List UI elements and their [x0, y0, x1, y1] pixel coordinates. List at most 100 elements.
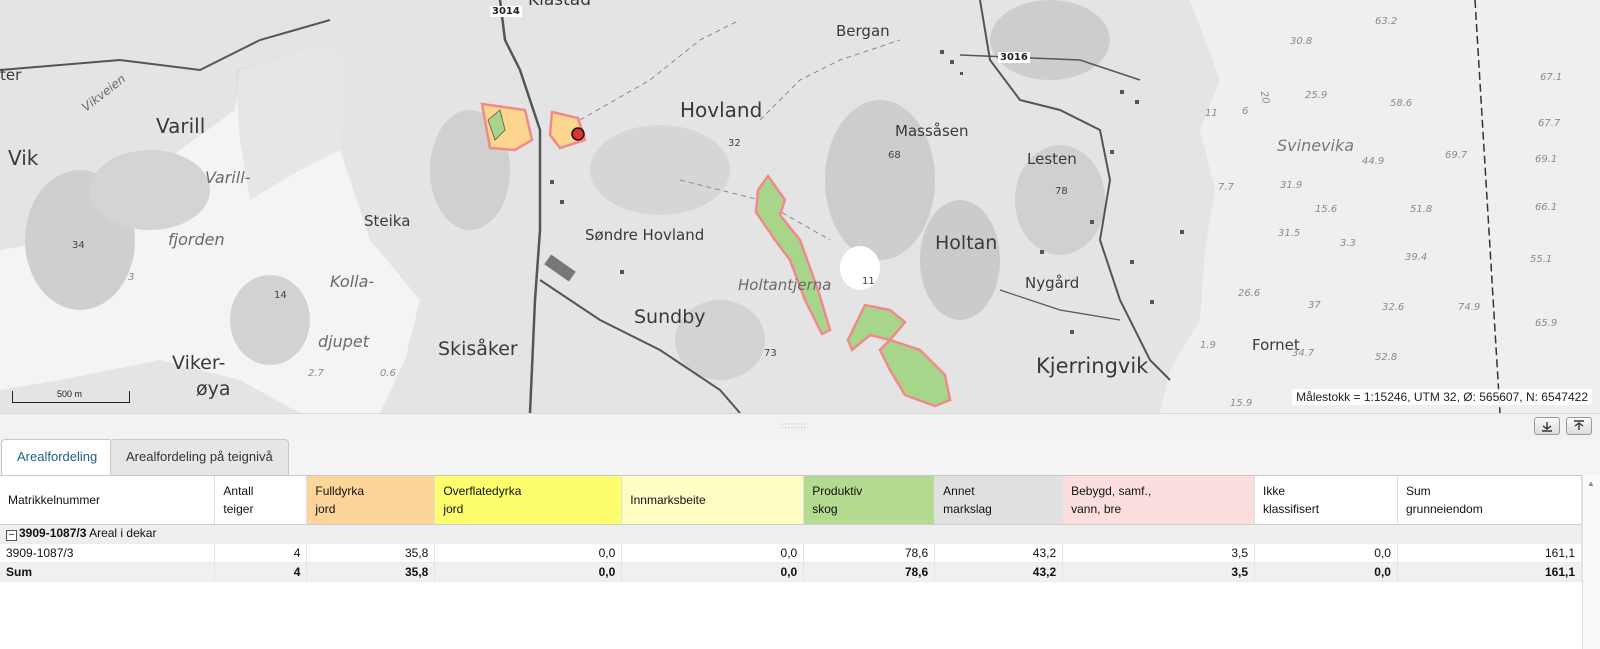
place-label: Lesten [1027, 150, 1077, 168]
depth-label: 69.1 [1535, 154, 1558, 165]
tab-arealfordeling-teigniva[interactable]: Arealfordeling på teignivå [110, 439, 289, 475]
place-label: Svinevika [1277, 136, 1355, 155]
table-cell: 0,0 [1254, 543, 1398, 563]
depth-label: 34.7 [1292, 348, 1315, 359]
depth-label: 2.7 [308, 368, 324, 379]
vertical-scrollbar[interactable]: ▲ [1582, 475, 1600, 649]
depth-label: 15.9 [1230, 398, 1253, 409]
depth-label: 58.6 [1390, 98, 1413, 109]
table-cell: 0,0 [621, 543, 805, 563]
depth-label: 32.6 [1382, 302, 1405, 313]
map-view[interactable]: Klastad Bergan Varill Vik Hovland Massås… [0, 0, 1600, 413]
table-cell: 78,6 [803, 562, 936, 582]
column-header[interactable]: Bebygd, samf., vann, bre [1062, 476, 1256, 525]
table-cell: 4 [214, 562, 308, 582]
depth-label: 52.8 [1375, 352, 1398, 363]
column-header[interactable]: Matrikkelnummer [0, 476, 216, 525]
place-label: Bergan [836, 22, 890, 40]
place-label: Steika [364, 212, 411, 230]
table-cell: Sum [0, 562, 216, 582]
place-label: Varill [156, 114, 206, 138]
table-cell: 0,0 [621, 562, 805, 582]
table-cell: 35,8 [306, 562, 436, 582]
table-cell: 43,2 [934, 543, 1064, 563]
table-cell: 78,6 [803, 543, 936, 563]
place-label: Søndre Hovland [585, 226, 705, 244]
table-cell: 3909-1087/3 [0, 543, 216, 563]
map-scale-info: Målestokk = 1:15246, UTM 32, Ø: 565607, … [1292, 389, 1592, 405]
depth-label: 31.9 [1280, 180, 1303, 191]
column-header[interactable]: Fulldyrka jord [306, 476, 436, 525]
area-table-container: Matrikkelnummer Antall teiger Fulldyrka jo… [0, 475, 1583, 582]
depth-label: 39.4 [1405, 252, 1428, 263]
group-id: 3909-1087/3 [19, 526, 87, 540]
column-header[interactable]: Overflatedyrka jord [434, 476, 623, 525]
table-cell: 3,5 [1062, 562, 1256, 582]
height-label: 32 [728, 138, 741, 149]
expand-up-icon [1574, 420, 1584, 430]
table-cell: 0,0 [434, 562, 623, 582]
place-label: djupet [318, 332, 370, 351]
height-label: 68 [888, 150, 901, 161]
table-cell: 3,5 [1062, 543, 1256, 563]
depth-label: 55.1 [1530, 254, 1553, 265]
depth-label: 74.9 [1458, 302, 1481, 313]
place-label: fjorden [168, 230, 225, 249]
map-canvas[interactable] [0, 0, 1600, 413]
depth-label: 0.6 [380, 368, 396, 379]
depth-label: 30.8 [1290, 36, 1313, 47]
height-label: 14 [274, 290, 287, 301]
column-header[interactable]: Innmarksbeite [621, 476, 805, 525]
depth-label: 51.8 [1410, 204, 1433, 215]
collapse-down-button[interactable] [1534, 417, 1560, 435]
depth-label: 31.5 [1278, 228, 1301, 239]
depth-label: 66.1 [1535, 202, 1558, 213]
depth-label: 7.7 [1218, 182, 1234, 193]
depth-label: 6 [1242, 106, 1249, 117]
column-header[interactable]: Ikke klassifisert [1254, 476, 1398, 525]
place-label: ter [0, 66, 22, 84]
depth-label: 25.9 [1305, 90, 1328, 101]
collapse-group-icon[interactable]: − [6, 530, 17, 541]
table-cell: 161,1 [1397, 543, 1583, 563]
place-label: Sundby [634, 306, 706, 328]
column-header[interactable]: Sum grunneiendom [1397, 476, 1583, 525]
scale-bar-label: 500 m [57, 389, 83, 399]
drag-handle-icon[interactable]: :::::::: [781, 421, 807, 430]
table-cell: 0,0 [434, 543, 623, 563]
place-label: Kolla- [330, 272, 375, 291]
tab-arealfordeling[interactable]: Arealfordeling [1, 439, 114, 476]
table-header-row: Matrikkelnummer Antall teiger Fulldyrka jo… [0, 476, 1583, 525]
column-header[interactable]: Annet markslag [934, 476, 1064, 525]
table-cell: 43,2 [934, 562, 1064, 582]
depth-label: 26.6 [1238, 288, 1261, 299]
table-row[interactable]: 3909-1087/3 4 35,8 0,0 0,0 78,6 43,2 3,5… [0, 543, 1583, 563]
area-table: Matrikkelnummer Antall teiger Fulldyrka jo… [0, 476, 1583, 582]
expand-up-button[interactable] [1566, 417, 1592, 435]
place-label: Massåsen [895, 122, 969, 140]
depth-label: 37 [1308, 300, 1321, 311]
depth-label: 15.6 [1315, 204, 1338, 215]
panel-splitter[interactable]: :::::::: [0, 413, 1600, 439]
column-header[interactable]: Produktiv skog [803, 476, 936, 525]
tab-bar: Arealfordeling Arealfordeling på teigniv… [0, 439, 1600, 476]
table-group-row: −3909-1087/3 Areal i dekar [0, 524, 1582, 544]
place-label: Skisåker [438, 338, 518, 360]
place-label: Viker- [172, 352, 226, 374]
column-header[interactable]: Antall teiger [214, 476, 308, 525]
place-label: Klastad [528, 0, 592, 10]
table-cell: 35,8 [306, 543, 436, 563]
table-cell: 4 [214, 543, 308, 563]
depth-label: 1.9 [1200, 340, 1216, 351]
collapse-down-icon [1542, 422, 1552, 432]
road-number: 3014 [490, 6, 522, 17]
table-sum-row: Sum 4 35,8 0,0 0,0 78,6 43,2 3,5 0,0 161… [0, 562, 1583, 582]
height-label: 78 [1055, 186, 1068, 197]
scale-bar: 500 m [12, 389, 130, 403]
place-label: Kjerringvik [1036, 354, 1149, 378]
scroll-up-icon[interactable]: ▲ [1587, 479, 1595, 488]
table-cell: 161,1 [1397, 562, 1583, 582]
place-label: Hovland [680, 98, 763, 122]
depth-label: 11 [1205, 108, 1218, 119]
place-label: Holtan [935, 232, 998, 254]
